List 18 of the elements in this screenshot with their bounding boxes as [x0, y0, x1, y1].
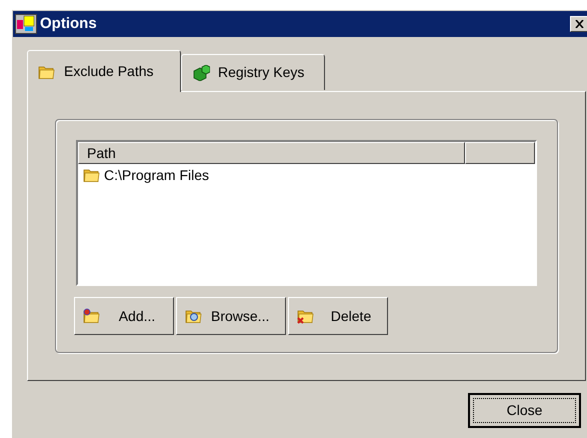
tab[interactable]: Registry Keys [181, 54, 325, 90]
folder-icon [38, 64, 56, 80]
action-button[interactable]: Browse... [176, 297, 286, 335]
action-button[interactable]: Delete [288, 297, 388, 335]
cubes-icon [192, 64, 210, 80]
folder-icon [297, 308, 315, 324]
close-icon[interactable] [570, 16, 587, 32]
close-button[interactable]: Close [468, 393, 581, 428]
window-title: Options [40, 14, 97, 34]
folder-icon [83, 308, 101, 324]
list-row[interactable]: C:\Program Files [78, 164, 535, 186]
column-header[interactable]: Path [78, 142, 465, 164]
app-icon [15, 14, 37, 34]
tab[interactable]: Exclude Paths [27, 50, 181, 92]
folder-icon [185, 308, 203, 324]
action-button[interactable]: Add... [74, 297, 174, 335]
column-header[interactable] [465, 142, 535, 164]
folder-icon [83, 167, 101, 183]
